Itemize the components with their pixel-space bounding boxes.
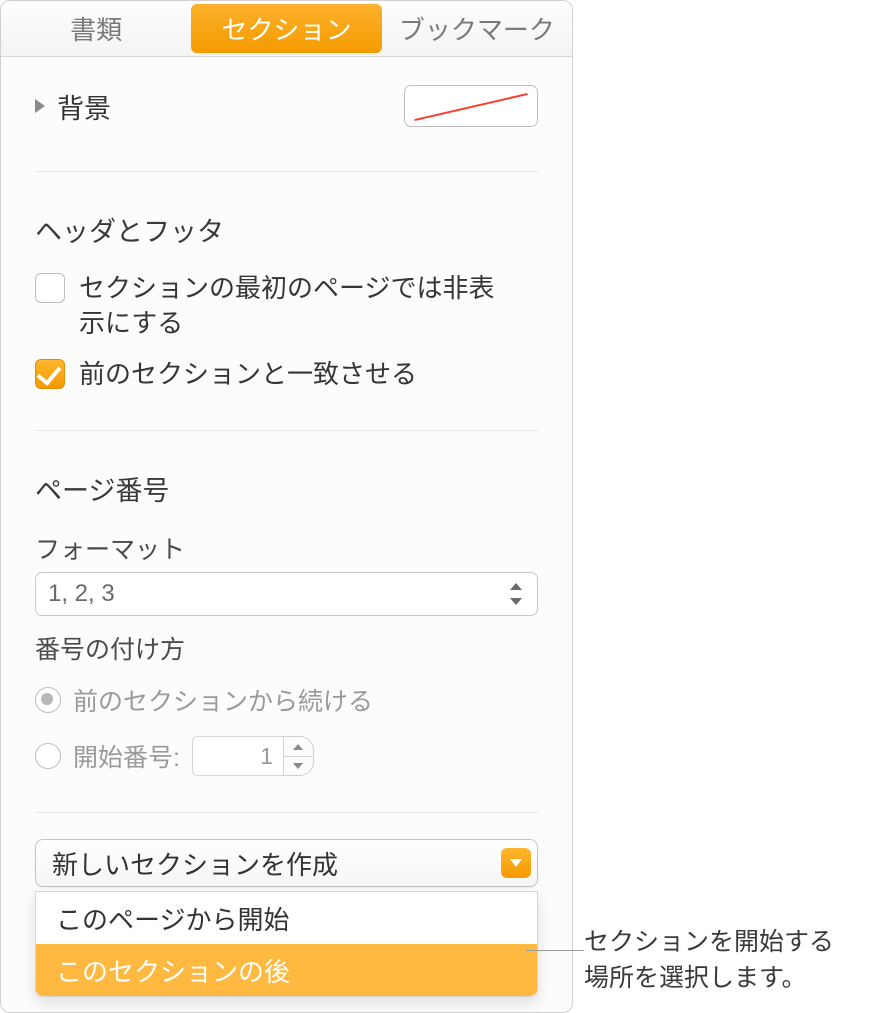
menu-item-after-this-section[interactable]: このセクションの後 <box>36 944 537 996</box>
tab-bookmark[interactable]: ブックマーク <box>382 1 572 56</box>
chevron-up-icon <box>293 744 303 750</box>
chevron-down-icon <box>293 763 303 769</box>
radio-start-at[interactable] <box>35 743 61 769</box>
header-footer-title: ヘッダとフッタ <box>35 172 538 263</box>
new-section-menu: このページから開始 このセクションの後 <box>35 891 538 997</box>
radio-continue-label: 前のセクションから続ける <box>73 682 373 718</box>
callout-text: セクションを開始する場所を選択します。 <box>584 924 854 997</box>
radio-start-at-label: 開始番号: <box>73 738 180 774</box>
format-label: フォーマット <box>35 522 538 572</box>
chevron-right-icon <box>35 99 45 113</box>
inspector-tabs: 書類 セクション ブックマーク <box>1 1 572 57</box>
checkbox-match-previous-label: 前のセクションと一致させる <box>79 357 417 392</box>
menu-item-start-this-page[interactable]: このページから開始 <box>36 892 537 944</box>
checkbox-hide-first-page-label: セクションの最初のページでは非表示にする <box>79 271 519 341</box>
format-value: 1, 2, 3 <box>48 580 115 608</box>
new-section-label: 新しいセクションを作成 <box>52 845 338 882</box>
tab-document[interactable]: 書類 <box>1 1 191 56</box>
numbering-method-label: 番号の付け方 <box>35 616 538 672</box>
radio-continue[interactable] <box>35 687 61 713</box>
background-color-well[interactable] <box>404 85 538 127</box>
background-label: 背景 <box>57 87 111 126</box>
callout-leader-line <box>526 950 584 951</box>
tab-section[interactable]: セクション <box>191 4 381 53</box>
background-disclosure[interactable]: 背景 <box>35 87 111 126</box>
popup-caret <box>501 848 531 878</box>
start-number-input[interactable] <box>192 736 284 776</box>
checkbox-hide-first-page[interactable] <box>35 273 65 303</box>
updown-icon <box>507 581 525 607</box>
checkbox-match-previous[interactable] <box>35 359 65 389</box>
new-section-popup-button[interactable]: 新しいセクションを作成 <box>35 839 538 887</box>
start-number-stepper[interactable] <box>284 736 314 776</box>
format-select[interactable]: 1, 2, 3 <box>35 572 538 616</box>
page-number-title: ページ番号 <box>35 431 538 522</box>
